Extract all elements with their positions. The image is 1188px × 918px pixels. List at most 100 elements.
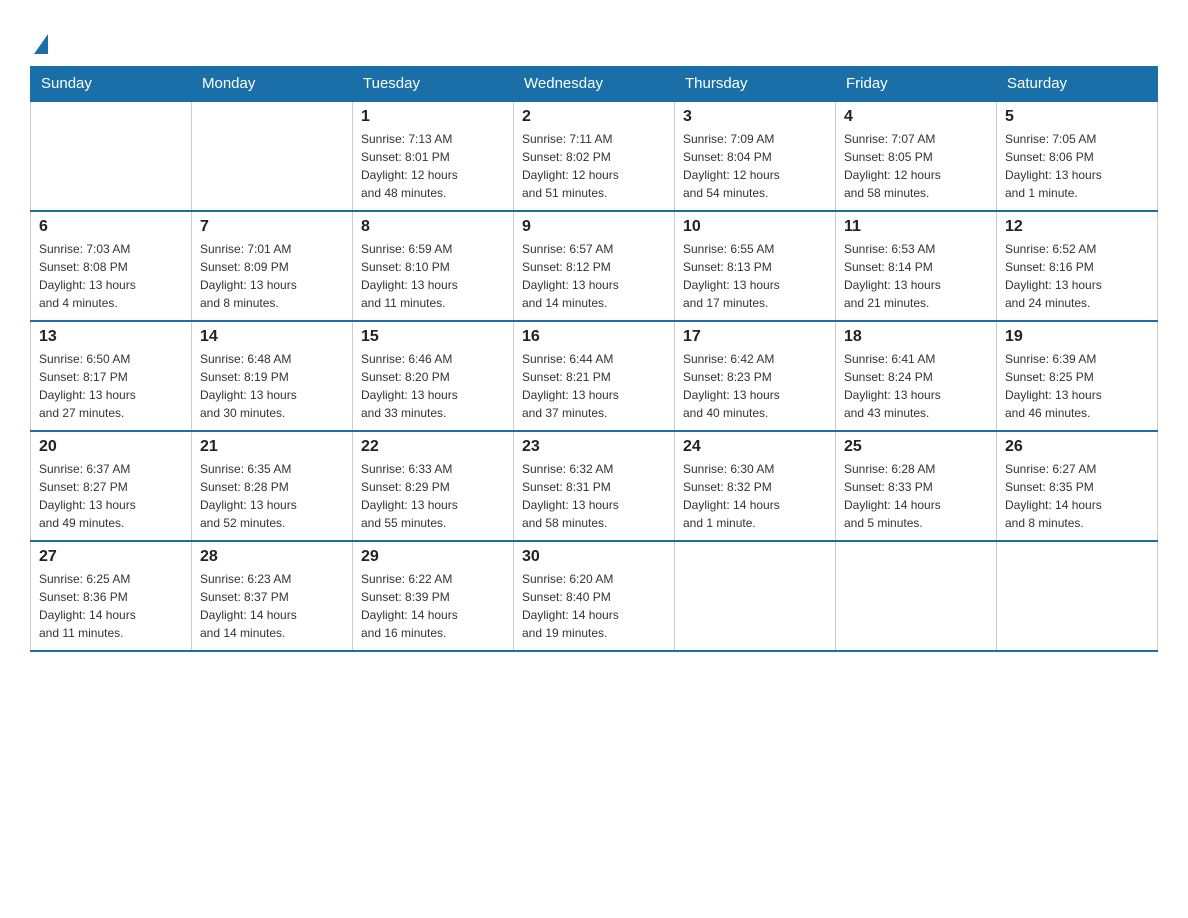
week-row-2: 6 Sunrise: 7:03 AM Sunset: 8:08 PM Daylig… (31, 211, 1158, 321)
day-number: 7 (200, 218, 344, 236)
day-number: 29 (361, 548, 505, 566)
day-number: 14 (200, 328, 344, 346)
day-number: 30 (522, 548, 666, 566)
day-number: 23 (522, 438, 666, 456)
day-info: Sunrise: 6:41 AM Sunset: 8:24 PM Dayligh… (844, 350, 988, 422)
calendar-cell: 29 Sunrise: 6:22 AM Sunset: 8:39 PM Dayli… (353, 541, 514, 651)
day-info: Sunrise: 6:42 AM Sunset: 8:23 PM Dayligh… (683, 350, 827, 422)
day-number: 4 (844, 108, 988, 126)
day-number: 25 (844, 438, 988, 456)
day-info: Sunrise: 7:07 AM Sunset: 8:05 PM Dayligh… (844, 130, 988, 202)
day-info: Sunrise: 6:52 AM Sunset: 8:16 PM Dayligh… (1005, 240, 1149, 312)
calendar-cell (997, 541, 1158, 651)
week-row-3: 13 Sunrise: 6:50 AM Sunset: 8:17 PM Dayli… (31, 321, 1158, 431)
day-number: 11 (844, 218, 988, 236)
day-info: Sunrise: 6:22 AM Sunset: 8:39 PM Dayligh… (361, 570, 505, 642)
day-info: Sunrise: 6:50 AM Sunset: 8:17 PM Dayligh… (39, 350, 183, 422)
day-info: Sunrise: 6:28 AM Sunset: 8:33 PM Dayligh… (844, 460, 988, 532)
header-day-tuesday: Tuesday (353, 67, 514, 102)
day-number: 16 (522, 328, 666, 346)
day-info: Sunrise: 6:53 AM Sunset: 8:14 PM Dayligh… (844, 240, 988, 312)
calendar-cell: 24 Sunrise: 6:30 AM Sunset: 8:32 PM Dayli… (675, 431, 836, 541)
calendar-cell: 18 Sunrise: 6:41 AM Sunset: 8:24 PM Dayli… (836, 321, 997, 431)
day-number: 8 (361, 218, 505, 236)
calendar-cell: 17 Sunrise: 6:42 AM Sunset: 8:23 PM Dayli… (675, 321, 836, 431)
day-number: 12 (1005, 218, 1149, 236)
calendar-cell: 5Sunrise: 7:05 AM Sunset: 8:06 PM Daylig… (997, 101, 1158, 211)
day-info: Sunrise: 7:03 AM Sunset: 8:08 PM Dayligh… (39, 240, 183, 312)
calendar-cell: 1Sunrise: 7:13 AM Sunset: 8:01 PM Daylig… (353, 101, 514, 211)
day-info: Sunrise: 6:23 AM Sunset: 8:37 PM Dayligh… (200, 570, 344, 642)
day-number: 18 (844, 328, 988, 346)
calendar-cell (675, 541, 836, 651)
day-info: Sunrise: 6:39 AM Sunset: 8:25 PM Dayligh… (1005, 350, 1149, 422)
calendar-cell: 25 Sunrise: 6:28 AM Sunset: 8:33 PM Dayli… (836, 431, 997, 541)
calendar-cell: 13 Sunrise: 6:50 AM Sunset: 8:17 PM Dayli… (31, 321, 192, 431)
day-info: Sunrise: 6:25 AM Sunset: 8:36 PM Dayligh… (39, 570, 183, 642)
calendar-cell: 6 Sunrise: 7:03 AM Sunset: 8:08 PM Daylig… (31, 211, 192, 321)
day-info: Sunrise: 7:09 AM Sunset: 8:04 PM Dayligh… (683, 130, 827, 202)
header-day-sunday: Sunday (31, 67, 192, 102)
days-of-week-row: SundayMondayTuesdayWednesdayThursdayFrid… (31, 67, 1158, 102)
day-number: 1 (361, 108, 505, 126)
day-info: Sunrise: 6:27 AM Sunset: 8:35 PM Dayligh… (1005, 460, 1149, 532)
day-number: 10 (683, 218, 827, 236)
calendar-header: SundayMondayTuesdayWednesdayThursdayFrid… (31, 67, 1158, 102)
day-number: 28 (200, 548, 344, 566)
calendar-cell: 10 Sunrise: 6:55 AM Sunset: 8:13 PM Dayli… (675, 211, 836, 321)
day-number: 17 (683, 328, 827, 346)
day-info: Sunrise: 6:44 AM Sunset: 8:21 PM Dayligh… (522, 350, 666, 422)
calendar-cell (836, 541, 997, 651)
calendar-cell: 26Sunrise: 6:27 AM Sunset: 8:35 PM Dayli… (997, 431, 1158, 541)
day-info: Sunrise: 7:01 AM Sunset: 8:09 PM Dayligh… (200, 240, 344, 312)
day-info: Sunrise: 6:33 AM Sunset: 8:29 PM Dayligh… (361, 460, 505, 532)
calendar-cell: 15 Sunrise: 6:46 AM Sunset: 8:20 PM Dayli… (353, 321, 514, 431)
calendar-cell: 8 Sunrise: 6:59 AM Sunset: 8:10 PM Daylig… (353, 211, 514, 321)
calendar-cell: 19Sunrise: 6:39 AM Sunset: 8:25 PM Dayli… (997, 321, 1158, 431)
calendar-cell: 16 Sunrise: 6:44 AM Sunset: 8:21 PM Dayli… (514, 321, 675, 431)
calendar-cell: 4 Sunrise: 7:07 AM Sunset: 8:05 PM Daylig… (836, 101, 997, 211)
day-info: Sunrise: 6:46 AM Sunset: 8:20 PM Dayligh… (361, 350, 505, 422)
day-number: 6 (39, 218, 183, 236)
day-info: Sunrise: 6:55 AM Sunset: 8:13 PM Dayligh… (683, 240, 827, 312)
page-header (30, 20, 1158, 50)
week-row-4: 20Sunrise: 6:37 AM Sunset: 8:27 PM Dayli… (31, 431, 1158, 541)
day-number: 27 (39, 548, 183, 566)
day-number: 24 (683, 438, 827, 456)
calendar-cell: 22 Sunrise: 6:33 AM Sunset: 8:29 PM Dayli… (353, 431, 514, 541)
day-number: 3 (683, 108, 827, 126)
day-info: Sunrise: 6:57 AM Sunset: 8:12 PM Dayligh… (522, 240, 666, 312)
day-number: 2 (522, 108, 666, 126)
day-info: Sunrise: 6:48 AM Sunset: 8:19 PM Dayligh… (200, 350, 344, 422)
day-number: 20 (39, 438, 183, 456)
day-number: 22 (361, 438, 505, 456)
header-day-monday: Monday (192, 67, 353, 102)
header-day-friday: Friday (836, 67, 997, 102)
header-day-saturday: Saturday (997, 67, 1158, 102)
day-info: Sunrise: 6:30 AM Sunset: 8:32 PM Dayligh… (683, 460, 827, 532)
calendar-cell: 20Sunrise: 6:37 AM Sunset: 8:27 PM Dayli… (31, 431, 192, 541)
header-day-wednesday: Wednesday (514, 67, 675, 102)
day-number: 9 (522, 218, 666, 236)
calendar-cell: 23 Sunrise: 6:32 AM Sunset: 8:31 PM Dayli… (514, 431, 675, 541)
header-day-thursday: Thursday (675, 67, 836, 102)
calendar-cell: 11 Sunrise: 6:53 AM Sunset: 8:14 PM Dayli… (836, 211, 997, 321)
calendar-cell (192, 101, 353, 211)
day-info: Sunrise: 6:35 AM Sunset: 8:28 PM Dayligh… (200, 460, 344, 532)
day-info: Sunrise: 6:20 AM Sunset: 8:40 PM Dayligh… (522, 570, 666, 642)
week-row-1: 1Sunrise: 7:13 AM Sunset: 8:01 PM Daylig… (31, 101, 1158, 211)
calendar-cell: 14 Sunrise: 6:48 AM Sunset: 8:19 PM Dayli… (192, 321, 353, 431)
calendar-cell: 27 Sunrise: 6:25 AM Sunset: 8:36 PM Dayli… (31, 541, 192, 651)
day-number: 15 (361, 328, 505, 346)
week-row-5: 27 Sunrise: 6:25 AM Sunset: 8:36 PM Dayli… (31, 541, 1158, 651)
calendar-cell (31, 101, 192, 211)
day-info: Sunrise: 6:32 AM Sunset: 8:31 PM Dayligh… (522, 460, 666, 532)
calendar-cell: 21Sunrise: 6:35 AM Sunset: 8:28 PM Dayli… (192, 431, 353, 541)
day-info: Sunrise: 6:59 AM Sunset: 8:10 PM Dayligh… (361, 240, 505, 312)
logo (30, 30, 48, 50)
calendar-body: 1Sunrise: 7:13 AM Sunset: 8:01 PM Daylig… (31, 101, 1158, 651)
calendar-cell: 9 Sunrise: 6:57 AM Sunset: 8:12 PM Daylig… (514, 211, 675, 321)
calendar-cell: 7 Sunrise: 7:01 AM Sunset: 8:09 PM Daylig… (192, 211, 353, 321)
calendar-cell: 3 Sunrise: 7:09 AM Sunset: 8:04 PM Daylig… (675, 101, 836, 211)
day-number: 13 (39, 328, 183, 346)
